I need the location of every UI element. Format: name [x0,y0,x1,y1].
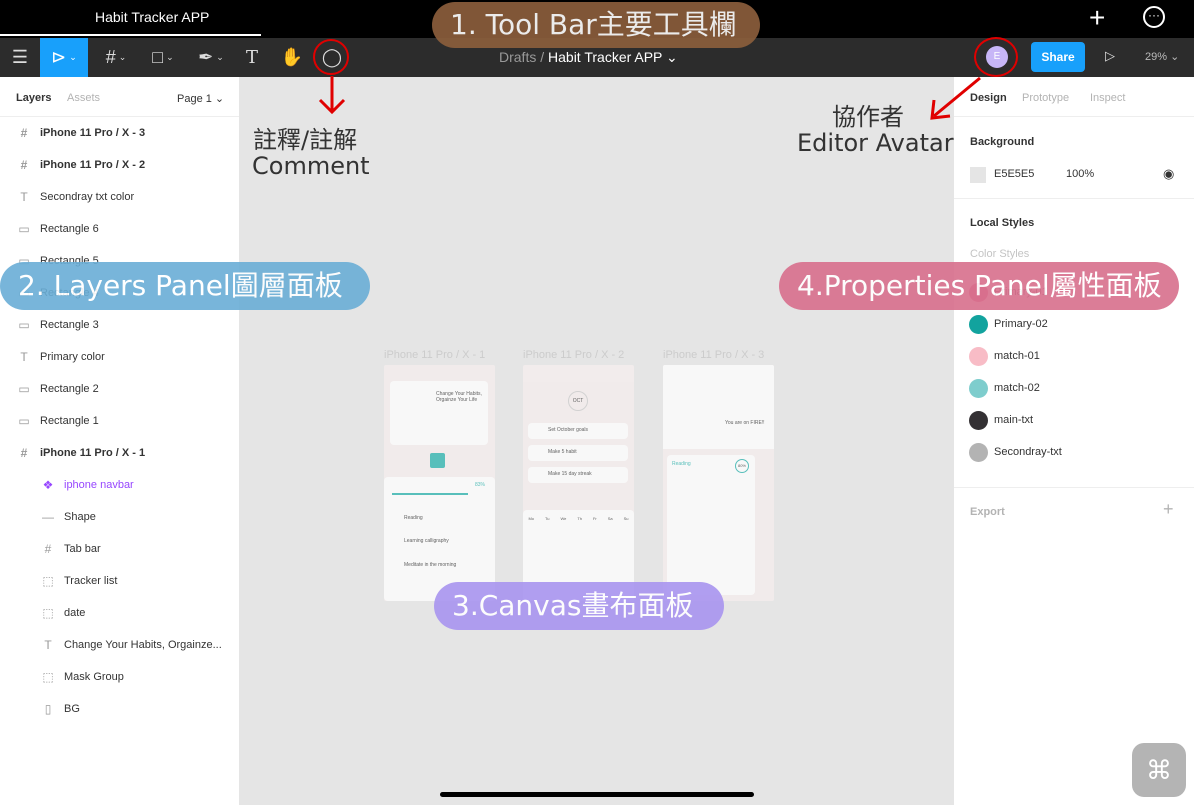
avatar-arrow [930,76,981,120]
command-shortcut-button[interactable]: ⌘ [1132,743,1186,797]
annotation-avatar-en: Editor Avatar [797,129,954,157]
annotation-arrows [318,76,981,120]
annotation-avatar-zh: 協作者 [832,103,904,131]
annotation-comment-zh: 註釋/註解 [253,126,358,154]
comment-arrow [318,76,346,115]
home-indicator [440,792,754,797]
annotation-comment-en: Comment [252,152,370,180]
